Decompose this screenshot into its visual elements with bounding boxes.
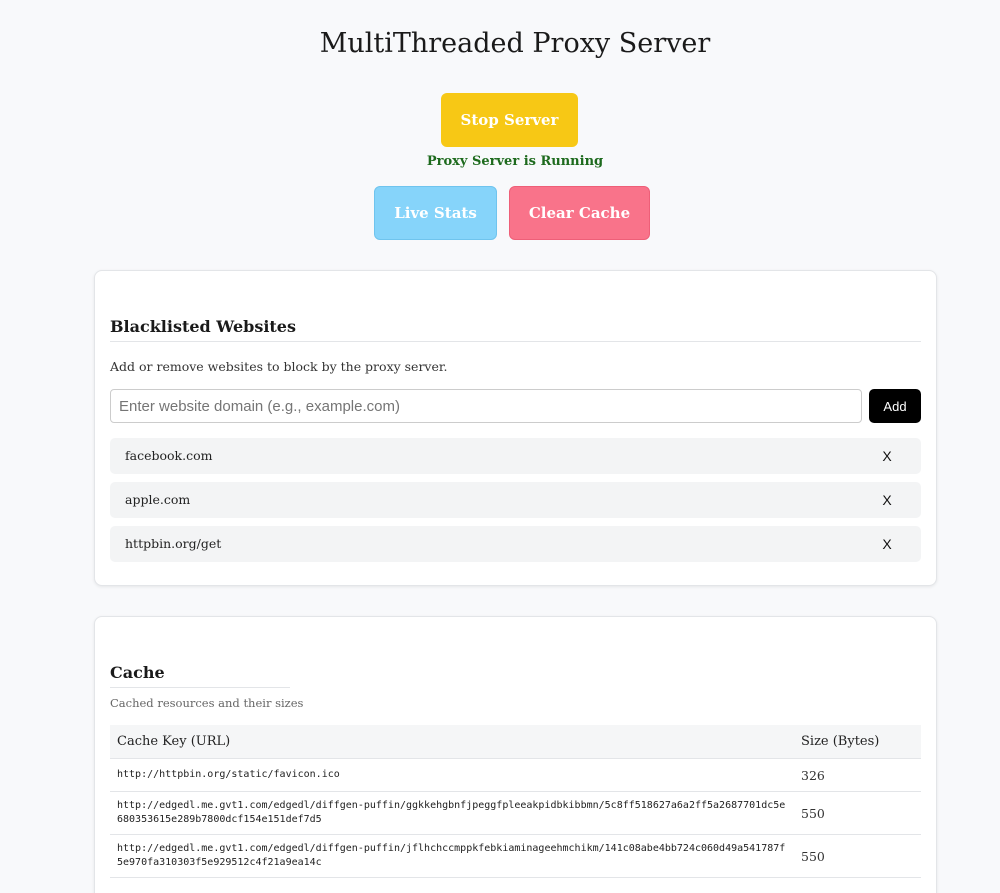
- cache-description: Cached resources and their sizes: [110, 696, 304, 710]
- cache-key-cell: http://httpbin.org/static/favicon.ico: [110, 758, 794, 792]
- website-domain-input[interactable]: [110, 389, 862, 423]
- table-row: http://edgedl.me.gvt1.com/edgedl/diffgen…: [110, 834, 921, 878]
- blacklist-heading: Blacklisted Websites: [110, 317, 296, 336]
- cache-size-cell: 326: [794, 758, 921, 792]
- proxy-dashboard: MultiThreaded Proxy Server Stop Server P…: [0, 0, 1000, 893]
- blacklist-item: facebook.com X: [110, 438, 921, 474]
- server-status-text: Proxy Server is Running: [426, 154, 604, 169]
- add-website-button[interactable]: Add: [869, 389, 921, 423]
- table-row: http://edgedl.me.gvt1.com/edgedl/diffgen…: [110, 791, 921, 835]
- cache-size-cell: 550: [794, 791, 921, 835]
- live-stats-button[interactable]: Live Stats: [374, 186, 497, 240]
- remove-website-button[interactable]: X: [879, 535, 895, 553]
- cache-table-header-row: Cache Key (URL) Size (Bytes): [110, 725, 921, 759]
- blacklist-item: httpbin.org/get X: [110, 526, 921, 562]
- blacklist-item-label: facebook.com: [125, 448, 213, 463]
- column-header-cache-key: Cache Key (URL): [110, 725, 794, 759]
- remove-website-button[interactable]: X: [879, 447, 895, 465]
- clear-cache-button[interactable]: Clear Cache: [509, 186, 650, 240]
- blacklist-divider: [110, 341, 921, 342]
- column-header-size: Size (Bytes): [794, 725, 921, 759]
- blacklist-item-label: apple.com: [125, 492, 191, 507]
- stop-server-button[interactable]: Stop Server: [441, 93, 578, 147]
- remove-website-button[interactable]: X: [879, 491, 895, 509]
- cache-key-cell: http://edgedl.me.gvt1.com/edgedl/diffgen…: [110, 834, 794, 878]
- blacklist-card: Blacklisted Websites Add or remove websi…: [94, 270, 937, 586]
- table-row: http://httpbin.org/static/favicon.ico 32…: [110, 758, 921, 792]
- page-title: MultiThreaded Proxy Server: [319, 28, 711, 59]
- cache-heading: Cache: [110, 663, 165, 682]
- cache-card: Cache Cached resources and their sizes C…: [94, 616, 937, 893]
- blacklist-item: apple.com X: [110, 482, 921, 518]
- cache-key-cell: http://edgedl.me.gvt1.com/edgedl/diffgen…: [110, 791, 794, 835]
- cache-table: Cache Key (URL) Size (Bytes) http://http…: [110, 725, 921, 878]
- cache-divider: [110, 687, 290, 688]
- blacklist-description: Add or remove websites to block by the p…: [110, 359, 448, 374]
- blacklist-list: facebook.com X apple.com X httpbin.org/g…: [110, 438, 921, 570]
- cache-size-cell: 550: [794, 834, 921, 878]
- blacklist-item-label: httpbin.org/get: [125, 536, 222, 551]
